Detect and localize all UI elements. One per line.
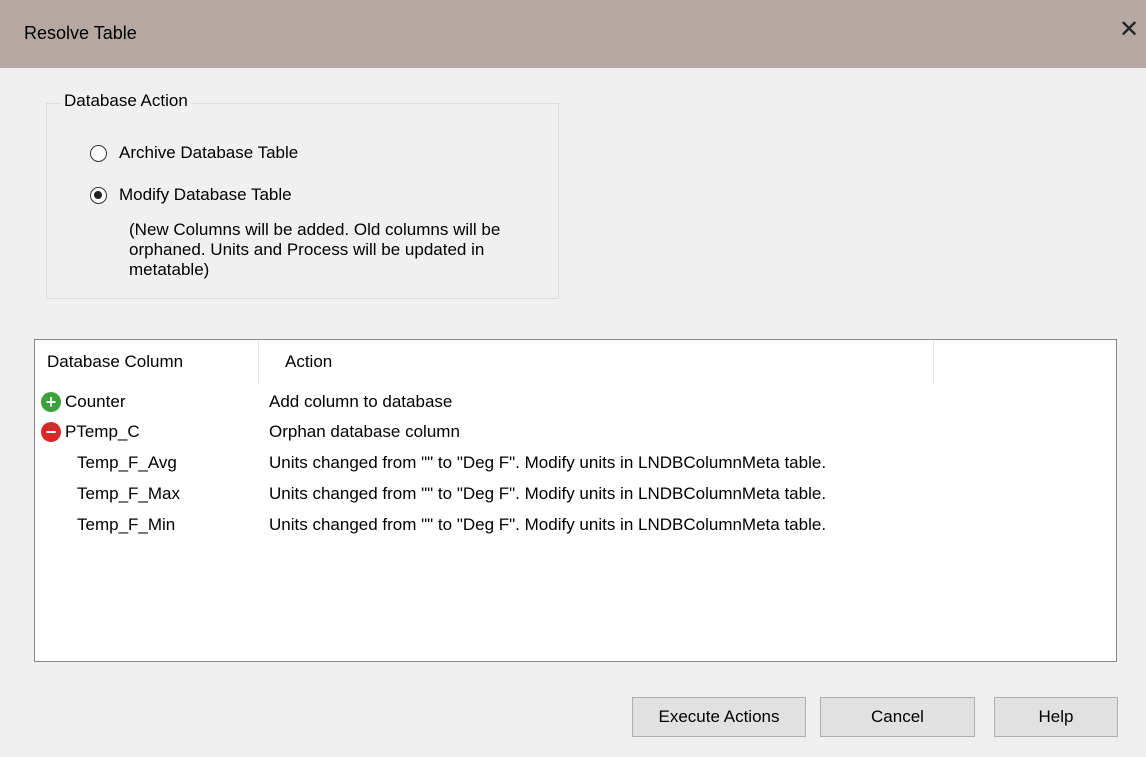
row-action: Add column to database (269, 392, 453, 411)
database-action-legend: Database Action (61, 91, 191, 111)
modify-table-radio[interactable]: Modify Database Table (90, 185, 292, 205)
close-icon[interactable]: ✕ (1112, 10, 1146, 50)
help-button[interactable]: Help (994, 697, 1118, 737)
table-row[interactable]: − PTemp_C Orphan database column (35, 420, 1116, 444)
column-actions-list[interactable]: Database Column Action + Counter Add col… (34, 339, 1117, 662)
header-database-column[interactable]: Database Column (35, 340, 259, 384)
table-row[interactable]: + Counter Add column to database (35, 390, 1116, 414)
table-row[interactable]: Temp_F_Max Units changed from "" to "Deg… (35, 482, 1116, 506)
archive-table-radio[interactable]: Archive Database Table (90, 143, 298, 163)
archive-table-label[interactable]: Archive Database Table (119, 143, 298, 163)
modify-table-label[interactable]: Modify Database Table (119, 185, 292, 205)
modify-note: (New Columns will be added. Old columns … (129, 220, 501, 279)
row-column-name: Temp_F_Min (77, 515, 176, 534)
row-action: Units changed from "" to "Deg F". Modify… (269, 453, 827, 472)
radio-checked-icon[interactable] (90, 186, 107, 204)
table-row[interactable]: Temp_F_Min Units changed from "" to "Deg… (35, 513, 1116, 537)
header-action[interactable]: Action (259, 340, 934, 384)
add-icon: + (41, 392, 61, 412)
table-row[interactable]: Temp_F_Avg Units changed from "" to "Deg… (35, 451, 1116, 475)
row-action: Units changed from "" to "Deg F". Modify… (269, 484, 827, 503)
row-column-name: PTemp_C (65, 422, 140, 441)
window-title: Resolve Table (24, 23, 137, 43)
execute-actions-button[interactable]: Execute Actions (632, 697, 806, 737)
title-bar: Resolve Table ✕ (0, 0, 1146, 68)
remove-icon: − (41, 422, 61, 442)
row-column-name: Temp_F_Max (77, 484, 180, 503)
row-action: Orphan database column (269, 422, 460, 441)
cancel-button[interactable]: Cancel (820, 697, 975, 737)
radio-unchecked-icon[interactable] (90, 144, 107, 162)
row-column-name: Counter (65, 392, 126, 411)
row-action: Units changed from "" to "Deg F". Modify… (269, 515, 827, 534)
row-column-name: Temp_F_Avg (77, 453, 177, 472)
